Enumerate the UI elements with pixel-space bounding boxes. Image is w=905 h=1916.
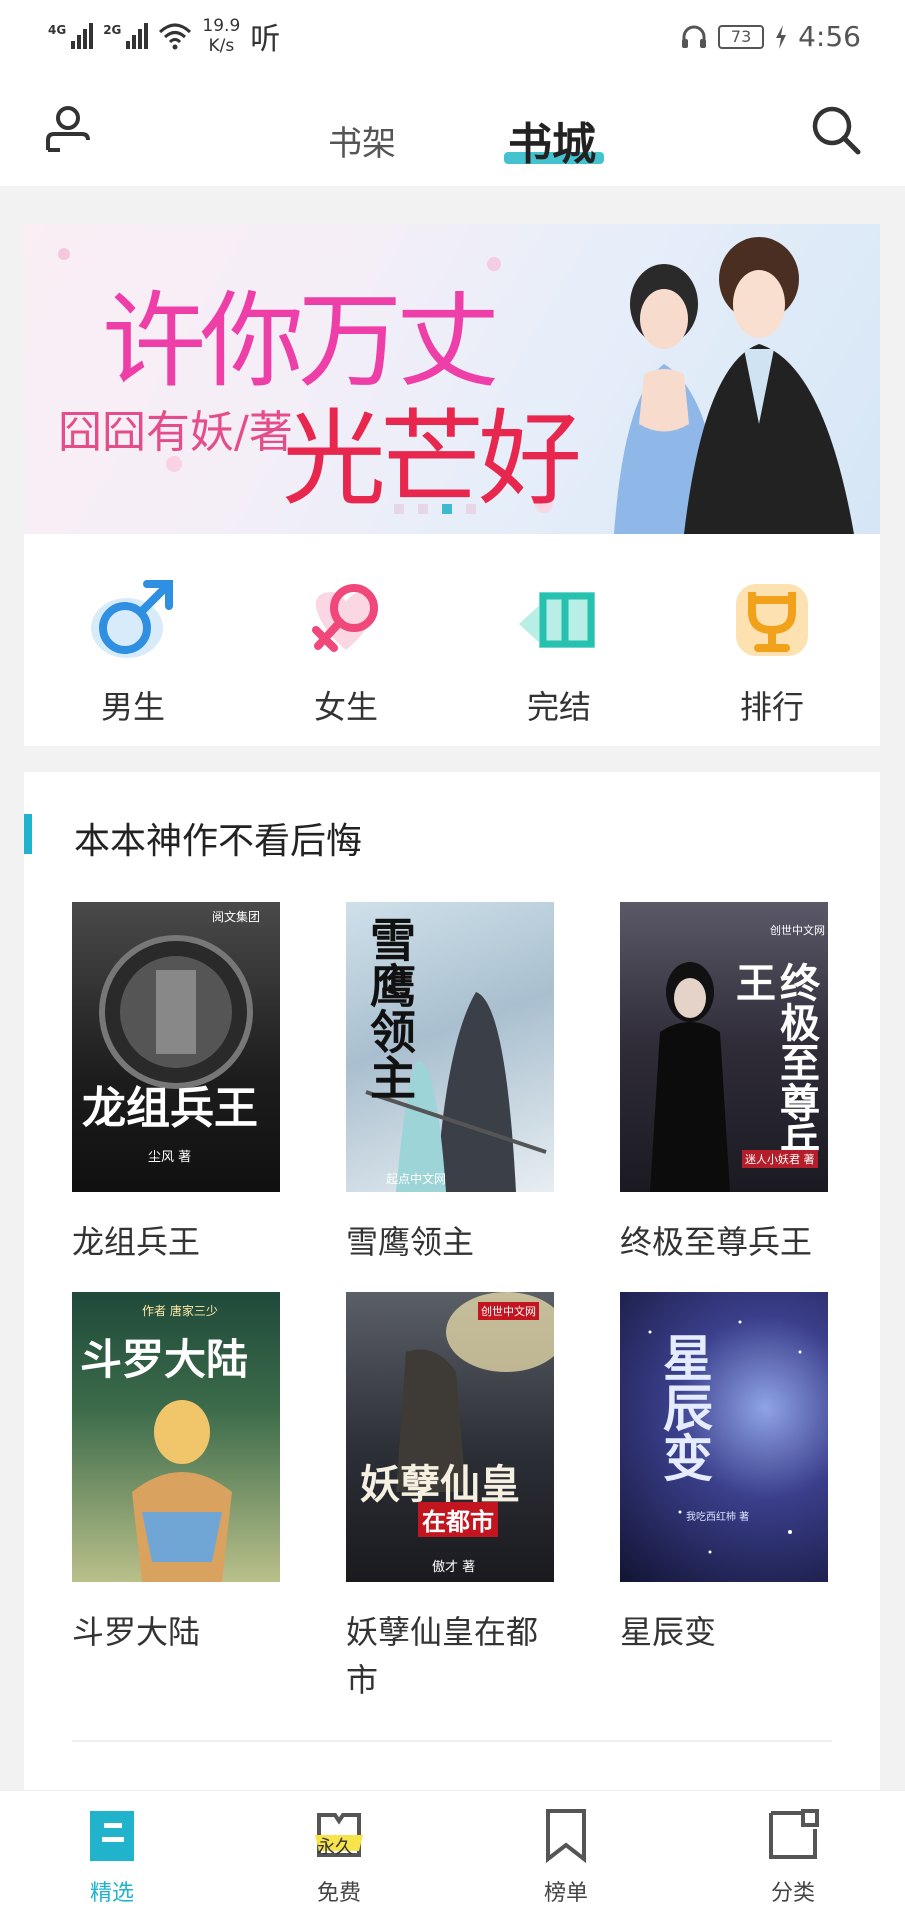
banner-pagination (394, 504, 476, 514)
section-accent-bar (24, 814, 32, 854)
book-title: 斗罗大陆 (72, 1613, 201, 1651)
book-cover: 斗罗大陆 作者 唐家三少 (72, 1292, 280, 1582)
tab-bookshelf[interactable]: 书架 (328, 116, 396, 165)
banner-dot-active (442, 504, 452, 514)
female-icon (312, 584, 378, 652)
clock: 4:56 (798, 20, 861, 53)
book-title: 终极至尊兵王 (620, 1223, 813, 1261)
featured-icon (90, 1811, 134, 1861)
battery-indicator: 73 (718, 24, 765, 49)
nav-label: 免费 (316, 1881, 361, 1906)
network-type-2: 2G (103, 23, 122, 37)
category-ranking[interactable]: 排行 (712, 574, 832, 728)
book-cover: 妖孽仙皇 在都市 创世中文网 傲才 著 (346, 1292, 554, 1582)
status-bar: 4G 2G 19.9 K/s 听 73 4:56 (0, 0, 905, 78)
nav-label: 榜单 (543, 1881, 588, 1906)
book-cover: 星辰变 我吃西红柿 著 (620, 1292, 828, 1582)
listen-indicator: 听 (250, 22, 281, 57)
book-title: 龙组兵王 (72, 1223, 201, 1261)
category-male[interactable]: 男生 (73, 574, 193, 728)
headphones-icon (682, 25, 707, 48)
cover-author: 傲才 著 (432, 1560, 476, 1575)
book-cover: 雪鹰领主 起点中文网 (346, 902, 554, 1192)
nav-label: 分类 (770, 1881, 815, 1906)
section-divider (72, 1740, 832, 1742)
cover-brand: 阅文集团 (212, 910, 261, 924)
banner-author: 囧囧有妖/著 (58, 407, 293, 458)
banner-dot (394, 504, 404, 514)
cover-art (396, 1292, 554, 1492)
cover-title: 星辰变 (655, 1332, 714, 1482)
banner-dot (418, 504, 428, 514)
charging-icon (776, 24, 787, 49)
cover-author: 迷人小妖君 著 (742, 1150, 818, 1168)
category-row: 男生 女生 完结 排行 (24, 534, 880, 746)
book-card[interactable]: 雪鹰领主 起点中文网 雪鹰领主 (346, 902, 554, 1266)
section-title: 本本神作不看后悔 (74, 821, 363, 862)
network-type-1: 4G (48, 23, 67, 37)
cover-brand: 作者 唐家三少 (142, 1304, 218, 1318)
male-icon (91, 580, 173, 658)
book-card[interactable]: 斗罗大陆 作者 唐家三少 斗罗大陆 (72, 1292, 280, 1656)
wifi-icon (159, 23, 192, 50)
cover-brand: 创世中文网 (478, 1302, 539, 1320)
cover-author: 尘风 著 (148, 1150, 192, 1165)
bottom-navigation: 精选 永久 免费 榜单 分类 (0, 1790, 905, 1916)
nav-free[interactable]: 永久 免费 (279, 1807, 399, 1907)
recommend-section: 本本神作不看后悔 龙组兵王 阅文集团 尘风 著 龙组兵王 雪鹰领主 起点中文网 … (24, 772, 880, 1916)
book-title: 妖孽仙皇在都市 (346, 1613, 539, 1699)
nav-ranking[interactable]: 榜单 (506, 1807, 626, 1907)
category-label: 女生 (313, 688, 378, 726)
book-card[interactable]: 妖孽仙皇 在都市 创世中文网 傲才 著 妖孽仙皇在都市 (346, 1292, 554, 1704)
search-icon[interactable] (810, 104, 862, 156)
book-cover: 龙组兵王 阅文集团 尘风 著 (72, 902, 280, 1192)
cover-title: 斗罗大陆 (80, 1335, 249, 1384)
cover-brand: 创世中文网 (770, 924, 825, 937)
book-icon (519, 592, 595, 648)
bookmark-icon (546, 1809, 586, 1864)
user-profile-icon[interactable] (44, 104, 92, 154)
category-completed[interactable]: 完结 (499, 574, 619, 728)
cellular-signal-icon: 4G (48, 23, 94, 49)
book-cover: 终极至尊兵王 创世中文网 迷人小妖君 著 (620, 902, 828, 1192)
banner-dot (466, 504, 476, 514)
free-badge: 永久 (317, 1837, 353, 1858)
cellular-signal-2-icon: 2G (103, 23, 149, 49)
book-card[interactable]: 龙组兵王 阅文集团 尘风 著 龙组兵王 (72, 902, 280, 1266)
nav-featured[interactable]: 精选 (52, 1807, 172, 1907)
book-title: 雪鹰领主 (346, 1223, 475, 1261)
cover-title: 雪鹰领主 (363, 916, 417, 1100)
cover-author: 我吃西红柿 著 (686, 1512, 750, 1523)
tab-bookstore[interactable]: 书城 (508, 108, 596, 172)
network-speed: 19.9 K/s (202, 16, 241, 56)
cover-brand: 起点中文网 (386, 1172, 447, 1186)
nav-category[interactable]: 分类 (733, 1807, 853, 1907)
nav-label: 精选 (89, 1881, 134, 1906)
category-label: 男生 (100, 688, 165, 726)
trophy-icon (736, 584, 808, 656)
book-card[interactable]: 终极至尊兵王 创世中文网 迷人小妖君 著 终极至尊兵王 (620, 902, 828, 1266)
top-header: 书架 书城 (0, 78, 905, 186)
category-icon (769, 1809, 819, 1859)
promo-banner[interactable]: 许你万丈 囧囧有妖/著 光芒好 (24, 224, 880, 534)
category-label: 排行 (739, 688, 804, 726)
cover-art (648, 1320, 802, 1554)
book-title: 星辰变 (620, 1613, 717, 1651)
book-card[interactable]: 星辰变 我吃西红柿 著 星辰变 (620, 1292, 828, 1656)
banner-title-line2: 光芒好 (282, 398, 582, 520)
cover-title: 龙组兵王 (82, 1083, 258, 1134)
category-label: 完结 (526, 688, 591, 726)
cover-subtitle: 在都市 (418, 1502, 498, 1537)
category-female[interactable]: 女生 (286, 574, 406, 728)
